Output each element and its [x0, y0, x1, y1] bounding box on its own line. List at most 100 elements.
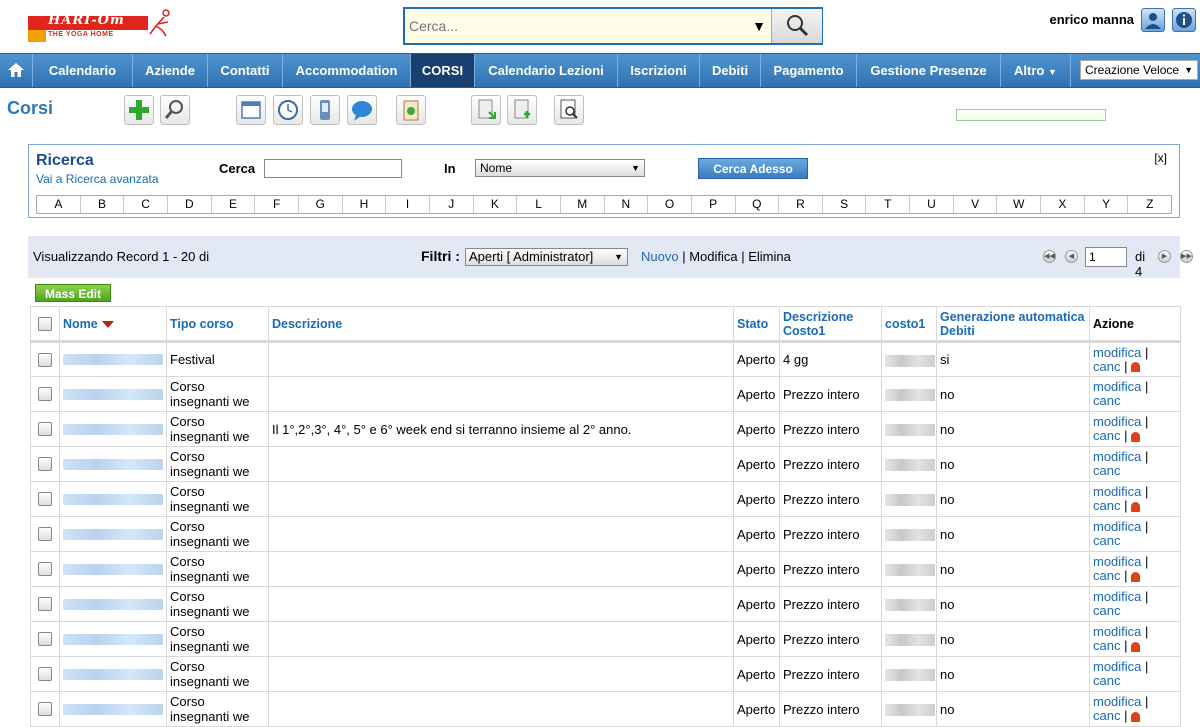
cell-nome[interactable] — [59, 341, 167, 377]
letter-j[interactable]: J — [430, 196, 474, 213]
table-row[interactable]: Corso insegnanti we Aperto Prezzo intero no… — [30, 586, 1181, 622]
cell-nome[interactable] — [59, 691, 167, 727]
delete-link[interactable]: canc — [1093, 673, 1120, 688]
letter-v[interactable]: V — [954, 196, 998, 213]
search-now-button[interactable]: Cerca Adesso — [698, 158, 808, 179]
letter-w[interactable]: W — [997, 196, 1042, 213]
nav-contatti[interactable]: Contatti — [208, 54, 283, 87]
letter-c[interactable]: C — [124, 196, 168, 213]
table-row[interactable]: Festival Aperto 4 gg si modifica | canc | — [30, 341, 1181, 377]
chat-button[interactable] — [347, 95, 377, 125]
edit-link[interactable]: modifica — [1093, 345, 1141, 360]
cell-nome[interactable] — [59, 656, 167, 692]
filter-select[interactable]: Aperti [ Administrator] ▼ — [465, 248, 628, 266]
close-search-button[interactable]: [x] — [1154, 151, 1167, 165]
row-checkbox[interactable] — [38, 422, 52, 436]
edit-link[interactable]: modifica — [1093, 484, 1141, 499]
clipboard-button[interactable] — [396, 95, 426, 125]
letter-z[interactable]: Z — [1128, 196, 1171, 213]
letter-f[interactable]: F — [255, 196, 299, 213]
search-tool-button[interactable] — [160, 95, 190, 125]
delete-link[interactable]: canc — [1093, 603, 1120, 618]
cell-nome[interactable] — [59, 586, 167, 622]
letter-o[interactable]: O — [648, 196, 692, 213]
bell-icon[interactable] — [1131, 711, 1141, 722]
letter-x[interactable]: X — [1041, 196, 1085, 213]
letter-g[interactable]: G — [299, 196, 343, 213]
row-checkbox[interactable] — [38, 492, 52, 506]
row-checkbox[interactable] — [38, 702, 52, 716]
nav-calendario[interactable]: Calendario — [33, 54, 133, 87]
bell-icon[interactable] — [1131, 571, 1141, 582]
letter-q[interactable]: Q — [736, 196, 780, 213]
delete-link[interactable]: canc — [1093, 708, 1120, 723]
import-button[interactable] — [471, 95, 501, 125]
letter-y[interactable]: Y — [1085, 196, 1129, 213]
cell-nome[interactable] — [59, 446, 167, 482]
delete-link[interactable]: canc — [1093, 359, 1120, 374]
edit-link[interactable]: modifica — [1093, 414, 1141, 429]
last-page-icon[interactable]: ▶▶ — [1180, 250, 1193, 263]
cell-nome[interactable] — [59, 551, 167, 587]
cell-nome[interactable] — [59, 481, 167, 517]
letter-n[interactable]: N — [605, 196, 649, 213]
filter-delete-link[interactable]: Elimina — [748, 249, 791, 264]
delete-link[interactable]: canc — [1093, 463, 1120, 478]
edit-link[interactable]: modifica — [1093, 554, 1141, 569]
col-tipo-corso[interactable]: Tipo corso — [166, 306, 269, 342]
home-icon[interactable] — [0, 54, 33, 87]
info-icon[interactable] — [1172, 8, 1196, 32]
row-checkbox[interactable] — [38, 667, 52, 681]
col-costo1[interactable]: costo1 — [881, 306, 937, 342]
nav-aziende[interactable]: Aziende — [133, 54, 208, 87]
quick-create-select[interactable]: Creazione Veloce ▼ — [1080, 60, 1198, 80]
letter-s[interactable]: S — [823, 196, 867, 213]
col-descrizione[interactable]: Descrizione — [268, 306, 734, 342]
letter-h[interactable]: H — [343, 196, 387, 213]
edit-link[interactable]: modifica — [1093, 589, 1141, 604]
next-page-icon[interactable]: ▶ — [1158, 250, 1171, 263]
letter-t[interactable]: T — [866, 196, 911, 213]
delete-link[interactable]: canc — [1093, 638, 1120, 653]
cell-nome[interactable] — [59, 411, 167, 447]
row-checkbox[interactable] — [38, 597, 52, 611]
row-checkbox[interactable] — [38, 457, 52, 471]
table-row[interactable]: Corso insegnanti we Aperto Prezzo intero no… — [30, 691, 1181, 727]
first-page-icon[interactable]: ◀◀ — [1043, 250, 1056, 263]
delete-link[interactable]: canc — [1093, 498, 1120, 513]
letter-r[interactable]: R — [779, 196, 823, 213]
edit-link[interactable]: modifica — [1093, 659, 1141, 674]
nav-calendario-lezioni[interactable]: Calendario Lezioni — [475, 54, 618, 87]
letter-b[interactable]: B — [81, 196, 125, 213]
bell-icon[interactable] — [1131, 501, 1141, 512]
mobile-button[interactable] — [310, 95, 340, 125]
delete-link[interactable]: canc — [1093, 393, 1120, 408]
bell-icon[interactable] — [1131, 431, 1141, 442]
search-scope-dropdown[interactable]: ▼ — [747, 9, 771, 43]
nav-gestione-presenze[interactable]: Gestione Presenze — [857, 54, 1001, 87]
edit-link[interactable]: modifica — [1093, 694, 1141, 709]
search-field-select[interactable]: Nome ▼ — [475, 159, 645, 177]
user-profile-icon[interactable] — [1141, 8, 1165, 32]
col-nome[interactable]: Nome — [59, 306, 167, 342]
letter-k[interactable]: K — [474, 196, 518, 213]
cell-nome[interactable] — [59, 516, 167, 552]
row-checkbox[interactable] — [38, 527, 52, 541]
col-descrizione-costo1[interactable]: Descrizione Costo1 — [779, 306, 882, 342]
delete-link[interactable]: canc — [1093, 428, 1120, 443]
global-search-input[interactable] — [405, 9, 745, 43]
letter-e[interactable]: E — [212, 196, 256, 213]
nav-pagamento[interactable]: Pagamento — [761, 54, 857, 87]
cell-nome[interactable] — [59, 621, 167, 657]
table-row[interactable]: Corso insegnanti we Aperto Prezzo intero no… — [30, 656, 1181, 692]
edit-link[interactable]: modifica — [1093, 519, 1141, 534]
col-stato[interactable]: Stato — [733, 306, 780, 342]
letter-l[interactable]: L — [517, 196, 561, 213]
table-row[interactable]: Corso insegnanti we Aperto Prezzo intero no… — [30, 446, 1181, 482]
prev-page-icon[interactable]: ◀ — [1065, 250, 1078, 263]
bell-icon[interactable] — [1131, 641, 1141, 652]
letter-a[interactable]: A — [37, 196, 81, 213]
nav-altro[interactable]: Altro ▼ — [1001, 54, 1071, 87]
nav-corsi[interactable]: CORSI — [411, 54, 475, 87]
calendar-button[interactable] — [236, 95, 266, 125]
